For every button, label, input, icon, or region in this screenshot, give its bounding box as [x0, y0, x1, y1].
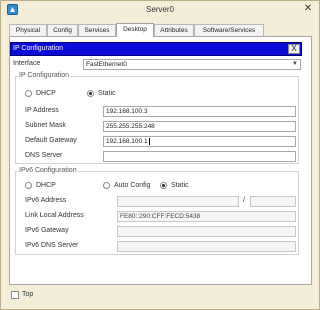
dns-server-label: DNS Server — [25, 152, 63, 159]
ip-address-label: IP Address — [25, 107, 59, 114]
ip-configuration-close-button[interactable]: X — [288, 44, 300, 54]
top-label: Top — [22, 291, 34, 298]
ipv6-dns-server-label: IPv6 DNS Server — [25, 242, 79, 249]
tab-services[interactable]: Services — [78, 24, 116, 36]
ipv6-auto-config-label: Auto Config — [114, 182, 151, 189]
ipv6-auto-config-radio[interactable] — [103, 182, 110, 189]
text-cursor — [148, 137, 150, 145]
default-gateway-input[interactable]: 192.168.100.1 — [103, 136, 296, 147]
ipv6-static-label: Static — [171, 182, 189, 189]
ip-configuration-title: IP Configuration — [13, 45, 64, 52]
ipv6-gateway-label: IPv6 Gateway — [25, 227, 69, 234]
ipv6-dhcp-radio[interactable] — [25, 182, 32, 189]
ipv6-static-radio[interactable] — [160, 182, 167, 189]
ipv6-prefix-separator: / — [243, 197, 245, 204]
interface-value: FastEthernet0 — [86, 61, 127, 68]
tab-attributes[interactable]: Attributes — [154, 24, 194, 36]
ipv4-static-label: Static — [98, 90, 116, 97]
ipv6-address-label: IPv6 Address — [25, 197, 67, 204]
top-checkbox[interactable] — [11, 291, 19, 299]
ip-address-input[interactable]: 192.168.100.3 — [103, 106, 296, 117]
ipv6-dns-server-input[interactable] — [117, 241, 296, 252]
ipv6-gateway-input[interactable] — [117, 226, 296, 237]
title-bar[interactable]: Server0 ✕ — [1, 1, 319, 19]
subnet-mask-label: Subnet Mask — [25, 122, 66, 129]
interface-select[interactable]: FastEthernet0 ▼ — [83, 59, 301, 70]
ipv4-dhcp-radio[interactable] — [25, 90, 32, 97]
link-local-address-label: Link Local Address — [25, 212, 84, 219]
ipv4-dhcp-label: DHCP — [36, 90, 56, 97]
interface-label: Interface — [13, 60, 41, 67]
tab-physical[interactable]: Physical — [9, 24, 47, 36]
tab-config[interactable]: Config — [47, 24, 78, 36]
close-icon[interactable]: ✕ — [301, 3, 315, 15]
server-window: Server0 ✕ Physical Config Services Deskt… — [0, 0, 320, 310]
tab-software-services[interactable]: Software/Services — [194, 24, 264, 36]
subnet-mask-input[interactable]: 255.255.255.248 — [103, 121, 296, 132]
default-gateway-label: Default Gateway — [25, 137, 77, 144]
dns-server-input[interactable] — [103, 151, 296, 162]
ipv6-dhcp-label: DHCP — [36, 182, 56, 189]
ipv6-prefix-input[interactable] — [250, 196, 296, 207]
default-gateway-value: 192.168.100.1 — [106, 138, 148, 145]
window-title: Server0 — [145, 5, 174, 14]
tab-desktop[interactable]: Desktop — [116, 23, 154, 37]
link-local-address-input[interactable]: FE80::290:CFF:FECD:5438 — [117, 211, 296, 222]
ipv4-static-radio[interactable] — [87, 90, 94, 97]
chevron-down-icon: ▼ — [292, 61, 298, 67]
ip-configuration-titlebar: IP Configuration X — [10, 42, 302, 56]
ipv4-group-title: IP Configuration — [18, 72, 71, 79]
ipv6-group-title: IPv6 Configuration — [18, 167, 78, 174]
ipv6-address-input[interactable] — [117, 196, 239, 207]
